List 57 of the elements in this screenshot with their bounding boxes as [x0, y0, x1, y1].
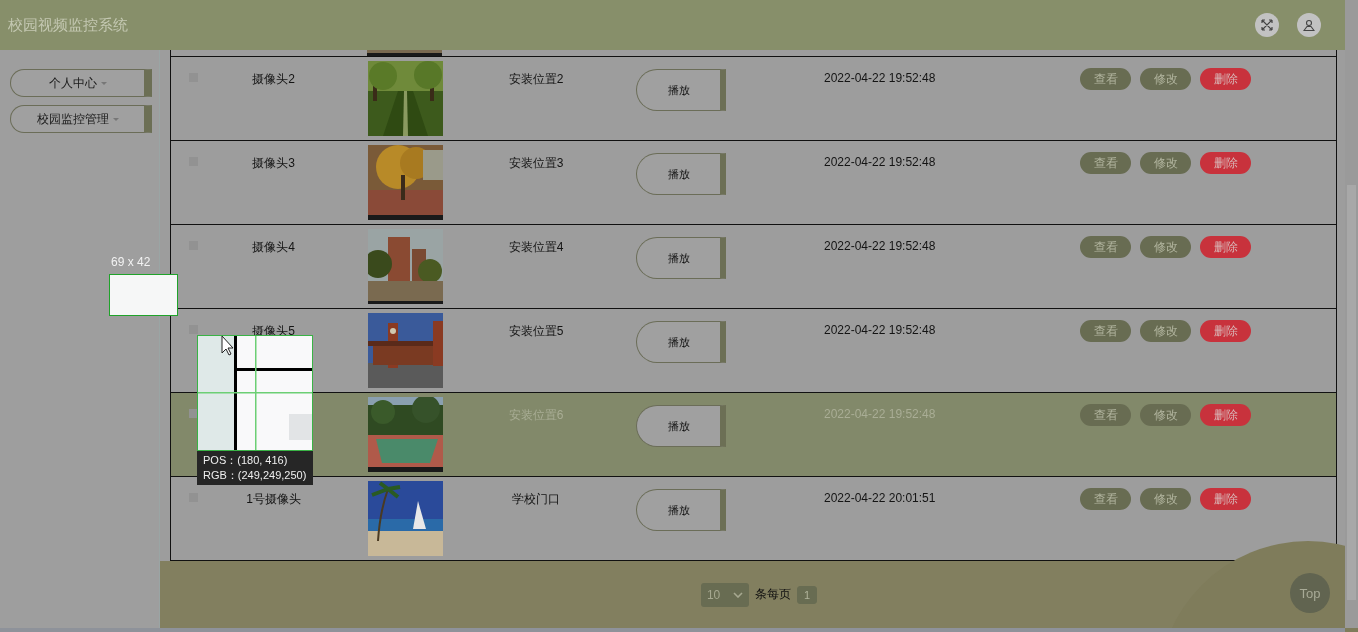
play-button[interactable]: 播放 [636, 405, 726, 447]
time-text: 2022-04-22 20:01:51 [823, 490, 937, 505]
play-button[interactable]: 播放 [636, 237, 726, 279]
row-checkbox[interactable] [189, 325, 198, 334]
action-button[interactable]: 查看 [1080, 320, 1131, 342]
page-number[interactable]: 1 [796, 585, 818, 604]
location-text: 安装位置3 [508, 155, 564, 172]
action-button[interactable]: 查看 [1080, 404, 1131, 426]
delete-button[interactable]: 删除 [1200, 488, 1251, 510]
action-button[interactable]: 修改 [1140, 68, 1191, 90]
sidebar-menu-item[interactable]: 校园监控管理 [10, 105, 152, 133]
location-text: 安装位置5 [508, 323, 564, 340]
scrollbar[interactable] [0, 628, 1345, 632]
camera-name: 摄像头4 [252, 239, 295, 256]
caret-icon [112, 117, 119, 121]
chevron-icon [732, 591, 743, 598]
play-button[interactable]: 播放 [636, 153, 726, 195]
selection-size-label: 69 x 42 [111, 255, 151, 269]
time-text: 2022-04-22 19:52:48 [823, 322, 937, 337]
action-button[interactable]: 查看 [1080, 488, 1131, 510]
location-text: 安装位置2 [508, 71, 564, 88]
delete-button[interactable]: 删除 [1200, 236, 1251, 258]
fullscreen-icon[interactable] [1255, 13, 1279, 37]
page-size-select[interactable]: 10 [700, 582, 749, 607]
location-text: 安装位置4 [508, 239, 564, 256]
table-row[interactable]: 摄像头3 安装位置3 播放 2022-04-22 19:52:48 查看 修改 删除 [171, 141, 1336, 225]
action-button[interactable]: 修改 [1140, 236, 1191, 258]
action-button[interactable]: 修改 [1140, 488, 1191, 510]
play-button[interactable]: 播放 [636, 69, 726, 111]
action-button[interactable]: 查看 [1080, 236, 1131, 258]
action-button[interactable]: 查看 [1080, 68, 1131, 90]
delete-button[interactable]: 删除 [1200, 320, 1251, 342]
play-button[interactable]: 播放 [636, 321, 726, 363]
table-row[interactable]: 摄像头2 安装位置2 播放 2022-04-22 19:52:48 查看 修改 删除 [171, 57, 1336, 141]
sidebar-menu-item[interactable]: 个人中心 [10, 69, 152, 97]
app-title: 校园视频监控系统 [8, 15, 129, 35]
selection-rectangle[interactable] [109, 274, 178, 316]
camera-name: 摄像头2 [252, 71, 295, 88]
action-button[interactable]: 修改 [1140, 152, 1191, 174]
per-page-label: 条每页 [754, 586, 791, 603]
action-button[interactable]: 查看 [1080, 152, 1131, 174]
delete-button[interactable]: 删除 [1200, 152, 1251, 174]
location-text: 学校门口 [512, 491, 560, 508]
action-button[interactable]: 修改 [1140, 320, 1191, 342]
time-text: 2022-04-22 19:52:48 [823, 70, 937, 85]
time-text: 2022-04-22 19:52:48 [823, 238, 937, 253]
table-row[interactable]: 摄像头4 安装位置4 播放 2022-04-22 19:52:48 查看 修改 删除 [171, 225, 1336, 309]
delete-button[interactable]: 删除 [1200, 68, 1251, 90]
delete-button[interactable]: 删除 [1200, 404, 1251, 426]
play-button[interactable]: 播放 [636, 489, 726, 531]
user-icon[interactable] [1297, 13, 1321, 37]
time-text: 2022-04-22 19:52:48 [823, 154, 937, 169]
pixel-info-text: POS：(180, 416) [203, 454, 289, 467]
caret-icon [100, 81, 107, 85]
camera-name: 摄像头3 [252, 155, 295, 172]
action-button[interactable]: 修改 [1140, 404, 1191, 426]
camera-name: 1号摄像头 [246, 491, 301, 508]
